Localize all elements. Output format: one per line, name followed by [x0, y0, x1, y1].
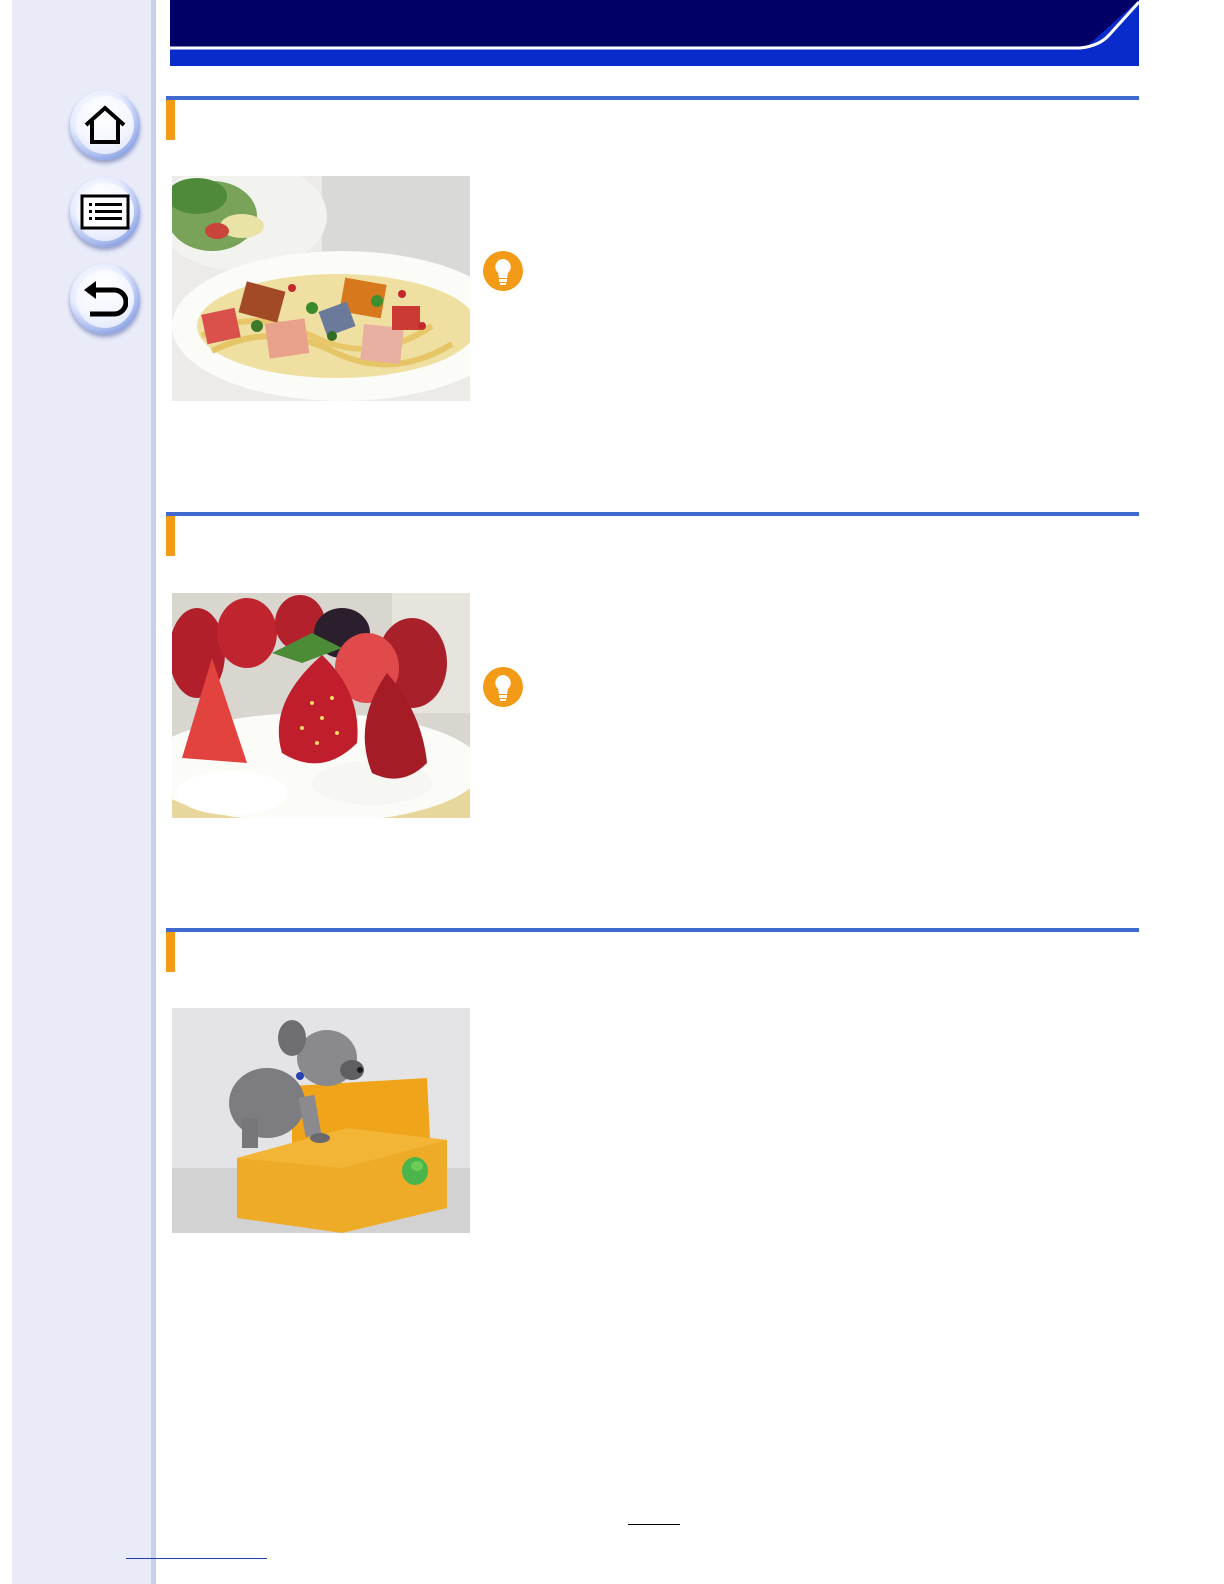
section-divider [166, 96, 1139, 100]
section-divider [166, 512, 1139, 516]
section-marker [166, 100, 175, 140]
photo-dog-on-sofa [172, 1008, 470, 1233]
page-header [170, 0, 1141, 66]
photo-pasta-dish [172, 176, 470, 401]
home-button[interactable] [70, 90, 140, 160]
contents-button[interactable] [70, 177, 140, 247]
footer-link[interactable] [126, 1540, 267, 1559]
section-marker [166, 932, 175, 972]
tip-icon [483, 667, 523, 707]
page-number [628, 1502, 680, 1525]
home-icon [76, 96, 134, 154]
tip-icon [483, 251, 523, 291]
section-marker [166, 516, 175, 556]
back-button[interactable] [70, 264, 140, 334]
photo-strawberry-cake [172, 593, 470, 818]
list-icon [76, 183, 134, 241]
section-divider [166, 928, 1139, 932]
back-arrow-icon [76, 270, 134, 328]
